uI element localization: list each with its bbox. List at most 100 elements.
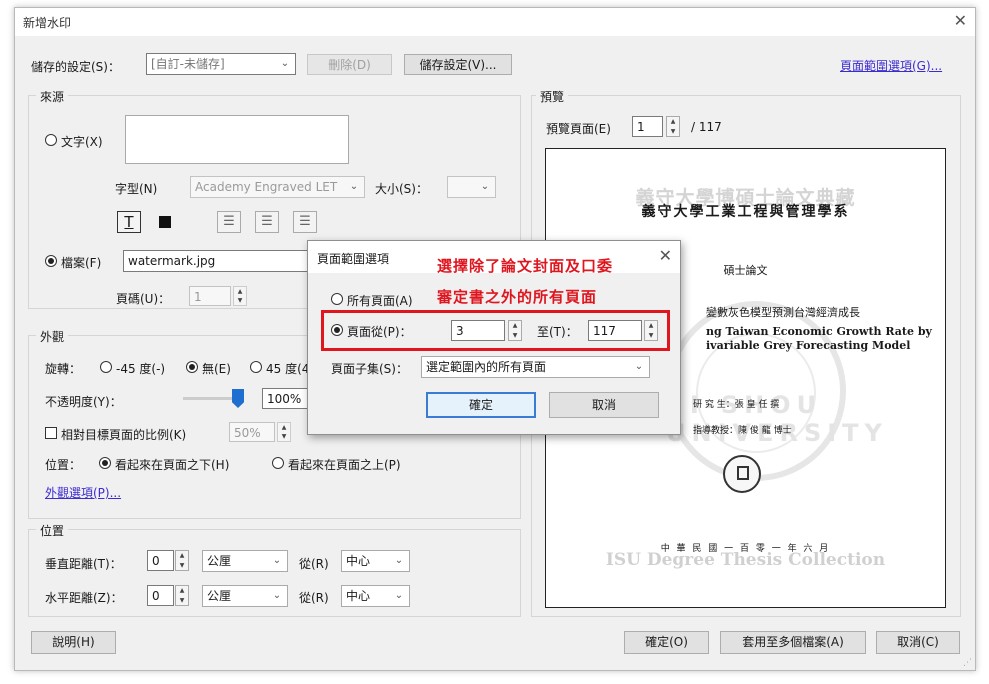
front-page-radio[interactable] [272,457,284,469]
resize-grip-icon[interactable]: ⋰ [963,658,973,668]
vertical-distance-stepper[interactable]: ▲ ▼ [175,550,189,571]
opacity-input[interactable]: 100% [262,388,308,409]
stepper-up-icon: ▲ [281,424,287,431]
font-select[interactable]: Academy Engraved LET ⌄ [190,176,365,198]
chevron-down-icon: ⌄ [280,58,290,69]
behind-page-label: 看起來在頁面之下(H) [115,458,230,472]
align-right-icon: ☰ [299,214,311,229]
emblem-shield-icon [737,466,749,480]
align-center-button[interactable]: ☰ [255,211,279,233]
font-value: Academy Engraved LET [195,180,338,194]
stepper-down-icon: ▼ [237,297,243,304]
text-radio-label: 文字(X) [61,135,103,149]
page-range-options-link[interactable]: 頁面範圍選項(G)... [840,57,942,74]
align-left-button[interactable]: ☰ [217,211,241,233]
font-label: 字型(N) [115,182,158,196]
delete-button[interactable]: 刪除(D) [307,54,392,75]
ok-button[interactable]: 確定(O) [624,631,709,654]
rotate-45-radio[interactable] [250,361,262,373]
window-title: 新增水印 [23,16,72,30]
horizontal-distance-input[interactable]: 0 [147,585,174,606]
preview-page-label: 預覽頁面(E) [546,122,611,136]
preview-page-input[interactable]: 1 [632,116,663,137]
stepper-up-icon: ▲ [179,552,185,559]
apply-to-multiple-files-button[interactable]: 套用至多個檔案(A) [720,631,866,654]
text-format-icon: T [124,213,134,231]
popup-title: 頁面範圍選項 [317,252,390,266]
scale-stepper[interactable]: ▲ ▼ [277,422,291,442]
vertical-from-select[interactable]: 中心 ⌄ [341,550,410,572]
align-right-button[interactable]: ☰ [293,211,317,233]
highlight-box [321,310,670,351]
stepper-down-icon: ▼ [179,561,185,569]
appearance-options-link[interactable]: 外觀選項(P)... [45,484,121,501]
save-settings-button[interactable]: 儲存設定(V)... [404,54,512,75]
scale-checkbox[interactable] [45,427,57,439]
preview-title-en-1: ng Taiwan Economic Growth Rate by [706,325,932,338]
rotate-neg45-label: -45 度(-) [116,362,166,376]
text-radio[interactable] [45,134,57,146]
preview-advisor: 指導教授：陳 俊 龍 博士 [693,426,792,436]
horizontal-unit-select[interactable]: 公厘 ⌄ [202,585,288,607]
behind-page-radio[interactable] [99,457,111,469]
color-button[interactable] [153,211,177,233]
rotate-none-label: 無(E) [202,362,231,376]
text-input[interactable] [125,115,349,164]
scale-label: 相對目標頁面的比例(K) [61,428,187,442]
size-label: 大小(S)： [375,182,428,196]
page-subset-value: 選定範圍內的所有頁面 [426,360,547,374]
saved-settings-value: [自訂-未儲存] [151,57,225,71]
vertical-unit-value: 公厘 [207,554,232,568]
underline-text-button[interactable]: T [117,211,141,233]
preview-title-en-2: ivariable Grey Forecasting Model [706,339,911,352]
file-radio-label: 檔案(F) [61,256,102,270]
front-page-label: 看起來在頁面之上(P) [288,458,401,472]
cancel-button[interactable]: 取消(C) [876,631,960,654]
title-bar: 新增水印 ✕ [15,8,975,36]
close-icon[interactable]: ✕ [659,246,672,265]
size-select[interactable]: ⌄ [447,176,496,198]
vertical-from-value: 中心 [346,554,371,568]
popup-cancel-button[interactable]: 取消 [549,392,659,418]
preview-page-stepper[interactable]: ▲ ▼ [666,116,680,137]
stepper-down-icon: ▼ [670,127,676,135]
source-group-label: 來源 [36,88,69,105]
preview-student: 研 究 生：張 皇 任 撰 [693,400,780,410]
horizontal-unit-value: 公厘 [207,589,232,603]
opacity-label: 不透明度(Y)： [45,395,122,409]
horizontal-from-select[interactable]: 中心 ⌄ [341,585,410,607]
all-pages-label: 所有頁面(A) [347,294,413,308]
align-left-icon: ☰ [223,214,235,229]
watermark-bottom-text: ISU Degree Thesis Collection [605,550,886,570]
saved-settings-select[interactable]: [自訂-未儲存] ⌄ [146,53,296,75]
rotate-none-radio[interactable] [186,361,198,373]
chevron-down-icon: ⌄ [349,181,359,192]
page-subset-select[interactable]: 選定範圍內的所有頁面 ⌄ [421,356,650,378]
popup-ok-button[interactable]: 確定 [426,392,536,418]
chevron-down-icon: ⌄ [480,181,490,192]
page-number-input[interactable]: 1 [189,286,231,306]
page-number-stepper[interactable]: ▲ ▼ [233,286,247,306]
vertical-from-label: 從(R) [299,557,329,571]
close-icon[interactable]: ✕ [954,11,967,30]
file-radio[interactable] [45,255,57,267]
all-pages-radio[interactable] [331,293,343,305]
rotation-label: 旋轉： [45,362,82,376]
rotate-neg45-radio[interactable] [100,361,112,373]
vertical-distance-input[interactable]: 0 [147,550,174,571]
horizontal-distance-stepper[interactable]: ▲ ▼ [175,585,189,606]
position-group-label: 位置 [36,522,69,539]
file-path-input[interactable]: watermark.jpg [123,250,313,272]
vertical-unit-select[interactable]: 公厘 ⌄ [202,550,288,572]
horizontal-distance-label: 水平距離(Z)： [45,591,123,605]
help-button[interactable]: 說明(H) [31,631,116,654]
align-center-icon: ☰ [261,214,273,229]
preview-page-total: / 117 [691,120,722,134]
horizontal-from-label: 從(R) [299,591,329,605]
stepper-up-icon: ▲ [670,118,676,125]
annotation-line-2: 審定書之外的所有頁面 [437,288,598,306]
scale-input[interactable]: 50% [229,422,275,442]
vertical-distance-label: 垂直距離(T)： [45,557,122,571]
page-subset-label: 頁面子集(S)： [331,362,408,376]
stepper-up-icon: ▲ [237,288,243,295]
